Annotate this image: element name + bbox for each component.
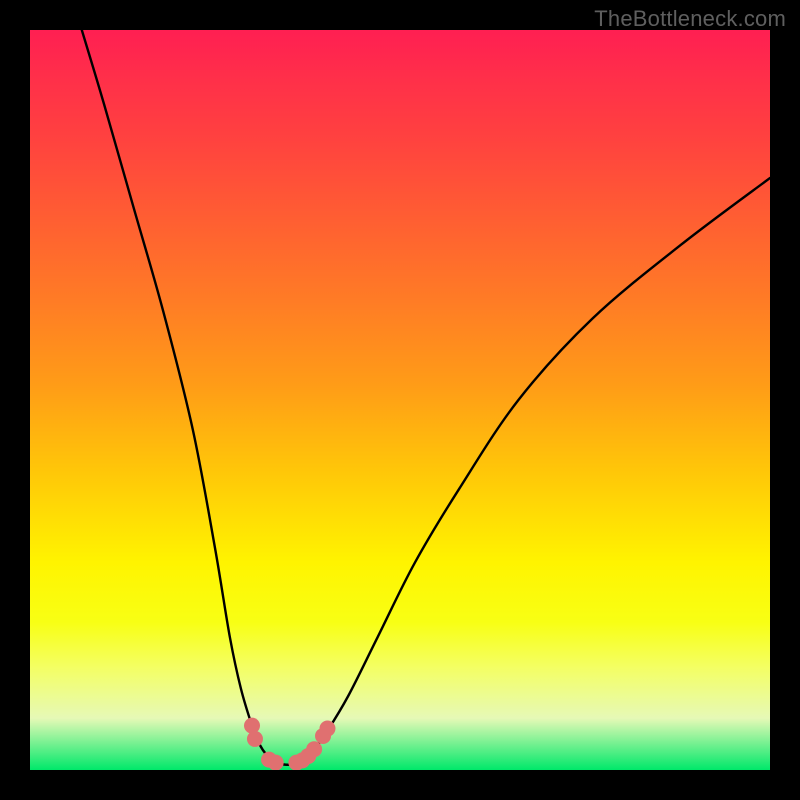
curve-right-branch	[304, 178, 770, 761]
chart-svg	[30, 30, 770, 770]
right-dot-lower-4	[306, 741, 322, 757]
marker-group	[244, 718, 335, 770]
left-dot-upper-2	[247, 731, 263, 747]
right-dot-upper-2	[319, 721, 335, 737]
curve-left-branch	[82, 30, 274, 761]
left-dot-lower-2	[268, 755, 284, 770]
plot-area	[30, 30, 770, 770]
left-dot-upper-1	[244, 718, 260, 734]
watermark-text: TheBottleneck.com	[594, 6, 786, 32]
chart-frame: TheBottleneck.com	[0, 0, 800, 800]
